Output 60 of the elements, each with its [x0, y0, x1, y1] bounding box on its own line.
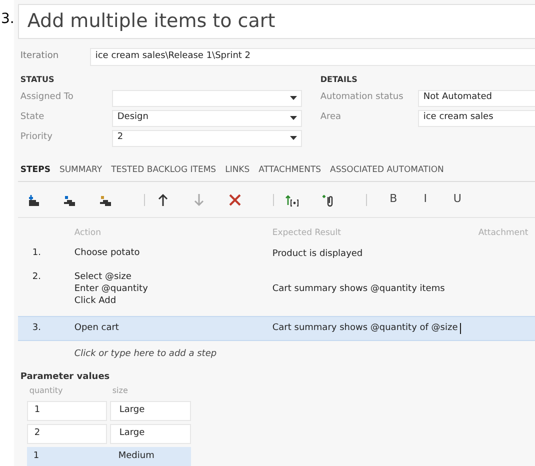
tab[interactable]: STEPS — [20, 164, 50, 177]
section-heading: DETAILS — [319, 74, 358, 86]
step-row[interactable]: 1. Choose potato Product is displayed — [18, 242, 535, 266]
tab[interactable]: ATTACHMENTS — [258, 164, 322, 177]
dropdown-caret-icon — [290, 96, 298, 100]
step-action: Choose potato — [74, 247, 141, 259]
column-header: quantity — [29, 385, 64, 397]
tab[interactable]: SUMMARY — [59, 164, 102, 177]
column-header: Action — [74, 227, 102, 240]
parameter-cell[interactable]: Large — [110, 401, 192, 421]
expected-result: Cart summary shows @quantity items — [272, 282, 445, 294]
section-heading: Parameter values — [20, 370, 111, 384]
parameter-row[interactable]: 1 Large — [27, 401, 192, 421]
column-header: Attachment — [478, 227, 528, 240]
tab[interactable]: LINKS — [225, 164, 250, 177]
field-label: Assigned To — [19, 91, 74, 104]
field-label: State — [19, 111, 46, 124]
add-step-prompt[interactable]: Click or type here to add a step — [74, 349, 217, 359]
field-label: Area — [319, 111, 342, 124]
field-label: Priority — [19, 131, 54, 144]
expected-result: Cart summary shows @quantity of @size — [272, 322, 458, 334]
column-header: Expected Result — [272, 227, 342, 240]
section-heading: STATUS — [19, 74, 56, 86]
title-field[interactable]: Add multiple items to cart — [18, 4, 535, 39]
parameter-cell[interactable]: 1 — [27, 401, 108, 421]
format-button[interactable]: U — [441, 191, 474, 208]
question-number: 3. — [1, 12, 14, 26]
format-button[interactable]: I — [409, 191, 442, 208]
step-action: Click Add — [74, 294, 118, 306]
step-row[interactable]: 3. Open cart Cart summary shows @quantity of @size — [18, 316, 535, 341]
text-cursor — [460, 322, 461, 334]
dropdown-field[interactable]: Design — [112, 110, 302, 126]
dropdown-field[interactable]: 2 — [112, 130, 302, 146]
dropdown-caret-icon — [290, 136, 298, 140]
tab[interactable]: ASSOCIATED AUTOMATION — [330, 164, 444, 177]
parameter-cell[interactable]: 1 — [27, 447, 108, 466]
parameter-cell[interactable]: Large — [110, 424, 192, 444]
field-label: Automation status — [319, 91, 404, 104]
step-number: 3. — [31, 322, 42, 334]
step-action: Select @size — [74, 270, 132, 282]
format-button[interactable]: B — [377, 191, 410, 208]
parameter-cell[interactable]: 2 — [27, 424, 108, 444]
step-number: 2. — [31, 270, 42, 284]
parameter-row[interactable]: 2 Large — [27, 424, 192, 444]
tab[interactable]: TESTED BACKLOG ITEMS — [111, 164, 216, 177]
field-label: Iteration — [19, 50, 60, 64]
step-number: 1. — [31, 247, 42, 260]
column-header: size — [112, 385, 128, 397]
step-row[interactable]: 2. Select @size Enter @quantity Click Add Cart summary shows @quantity items — [18, 266, 535, 312]
iteration-field[interactable]: ice cream sales\Release 1\Sprint 2 — [90, 48, 535, 66]
step-action: Open cart — [74, 322, 120, 334]
text-field[interactable]: ice cream sales — [418, 110, 535, 126]
dropdown-field[interactable] — [112, 90, 302, 106]
parameter-cell[interactable]: Medium — [110, 447, 192, 466]
parameter-row[interactable]: 1 Medium — [27, 447, 192, 466]
expected-result: Product is displayed — [272, 248, 363, 260]
dropdown-caret-icon — [290, 116, 298, 120]
delete-icon — [227, 192, 244, 208]
text-field[interactable]: Not Automated — [418, 90, 535, 106]
step-action: Enter @quantity — [74, 282, 149, 294]
